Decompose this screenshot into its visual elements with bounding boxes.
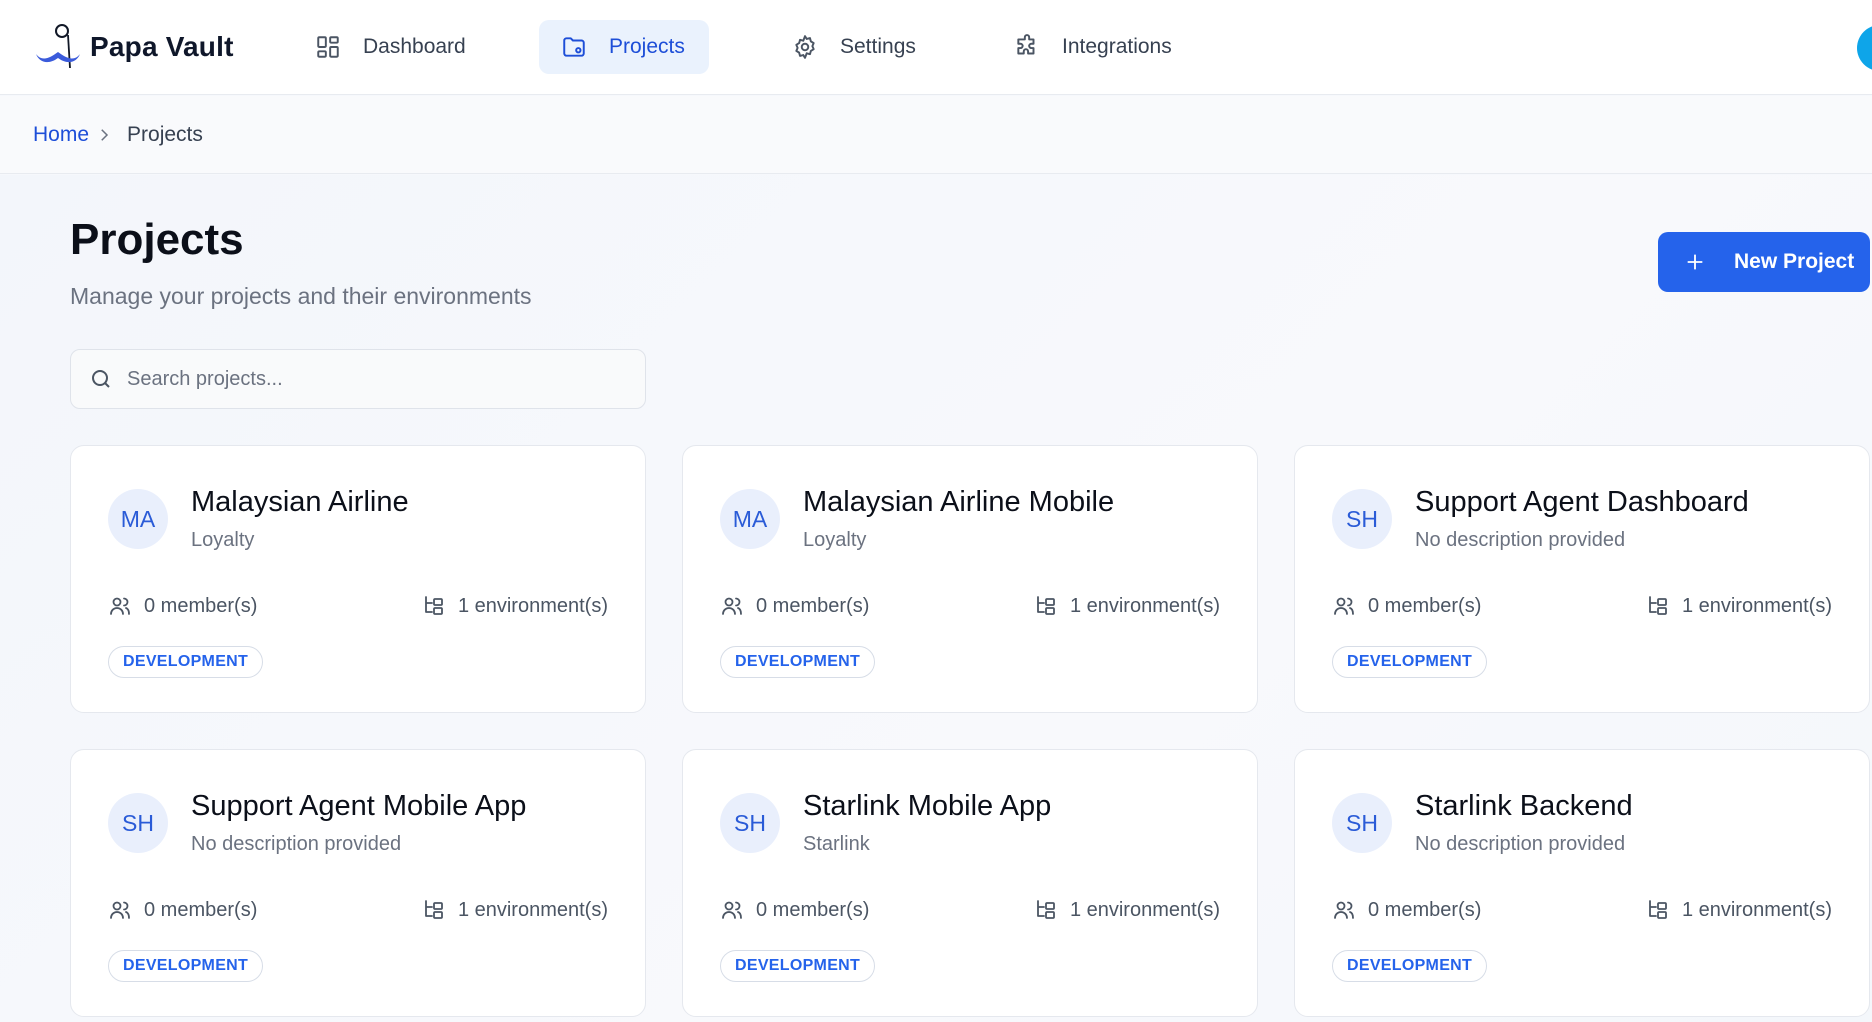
project-members: 0 member(s) bbox=[720, 594, 869, 618]
nav-settings-label: Settings bbox=[840, 35, 916, 58]
new-project-button[interactable]: New Project bbox=[1658, 232, 1870, 292]
users-icon bbox=[110, 901, 130, 919]
nav-settings[interactable]: Settings bbox=[770, 20, 938, 74]
users-icon bbox=[722, 901, 742, 919]
project-card[interactable]: SH Starlink Mobile App Starlink 0 member… bbox=[682, 749, 1258, 1017]
main-content: Projects Manage your projects and their … bbox=[0, 175, 1872, 1022]
project-name: Support Agent Mobile App bbox=[191, 790, 527, 822]
users-icon bbox=[1334, 597, 1354, 615]
project-name: Malaysian Airline Mobile bbox=[803, 486, 1115, 518]
app-name: Papa Vault bbox=[90, 31, 234, 62]
app-logo[interactable]: Papa Vault bbox=[32, 22, 234, 72]
folder-tree-icon bbox=[425, 596, 443, 615]
project-environments: 1 environment(s) bbox=[1034, 898, 1220, 922]
search-input[interactable] bbox=[127, 367, 607, 391]
folder-tree-icon bbox=[425, 900, 443, 919]
project-environments-count: 1 environment(s) bbox=[1681, 898, 1832, 921]
environment-tag: DEVELOPMENT bbox=[108, 950, 264, 982]
project-initials-avatar: SH bbox=[108, 793, 168, 853]
chevron-right-icon bbox=[101, 128, 109, 141]
nav-dashboard-label: Dashboard bbox=[363, 35, 466, 58]
project-description: No description provided bbox=[191, 833, 402, 855]
project-environments: 1 environment(s) bbox=[1646, 594, 1832, 618]
project-description: Loyalty bbox=[803, 529, 867, 551]
top-navigation-bar: Papa Vault Dashboard Projects Settings I… bbox=[0, 0, 1872, 95]
project-members-count: 0 member(s) bbox=[144, 898, 258, 921]
user-avatar[interactable] bbox=[1857, 25, 1872, 71]
project-members: 0 member(s) bbox=[1332, 594, 1481, 618]
puzzle-icon bbox=[1017, 34, 1035, 55]
plus-icon bbox=[1687, 254, 1703, 270]
project-environments-count: 1 environment(s) bbox=[457, 898, 608, 921]
folder-tree-icon bbox=[1649, 900, 1667, 919]
project-initials-avatar: SH bbox=[1332, 793, 1392, 853]
environment-tag: DEVELOPMENT bbox=[720, 950, 876, 982]
project-members: 0 member(s) bbox=[108, 594, 257, 618]
project-card[interactable]: SH Starlink Backend No description provi… bbox=[1294, 749, 1870, 1017]
nav-dashboard[interactable]: Dashboard bbox=[293, 20, 488, 74]
page-title: Projects bbox=[70, 215, 244, 264]
project-members-count: 0 member(s) bbox=[1368, 898, 1482, 921]
project-environments-count: 1 environment(s) bbox=[1069, 594, 1220, 617]
project-environments: 1 environment(s) bbox=[1646, 898, 1832, 922]
environment-tag: DEVELOPMENT bbox=[1332, 950, 1488, 982]
breadcrumb: Home Projects bbox=[0, 96, 1872, 174]
nav-integrations[interactable]: Integrations bbox=[992, 20, 1194, 74]
users-icon bbox=[722, 597, 742, 615]
breadcrumb-home[interactable]: Home bbox=[33, 123, 89, 147]
project-initials-avatar: SH bbox=[1332, 489, 1392, 549]
project-members-count: 0 member(s) bbox=[756, 594, 870, 617]
project-description: No description provided bbox=[1415, 529, 1626, 551]
project-members: 0 member(s) bbox=[720, 898, 869, 922]
environment-tag: DEVELOPMENT bbox=[720, 646, 876, 678]
users-icon bbox=[1334, 901, 1354, 919]
folder-tree-icon bbox=[1037, 900, 1055, 919]
dashboard-grid-icon bbox=[317, 36, 339, 58]
project-card[interactable]: SH Support Agent Dashboard No descriptio… bbox=[1294, 445, 1870, 713]
project-name: Starlink Mobile App bbox=[803, 790, 1052, 822]
folder-tree-icon bbox=[1649, 596, 1667, 615]
users-icon bbox=[110, 597, 130, 615]
search-box[interactable] bbox=[70, 349, 646, 409]
gear-icon bbox=[795, 35, 815, 59]
project-environments-count: 1 environment(s) bbox=[1681, 594, 1832, 617]
project-card[interactable]: SH Support Agent Mobile App No descripti… bbox=[70, 749, 646, 1017]
project-name: Starlink Backend bbox=[1415, 790, 1633, 822]
project-environments: 1 environment(s) bbox=[422, 898, 608, 922]
project-environments-count: 1 environment(s) bbox=[457, 594, 608, 617]
project-card[interactable]: MA Malaysian Airline Loyalty 0 member(s)… bbox=[70, 445, 646, 713]
new-project-label: New Project bbox=[1734, 250, 1855, 273]
folder-tree-icon bbox=[1037, 596, 1055, 615]
environment-tag: DEVELOPMENT bbox=[1332, 646, 1488, 678]
project-initials-avatar: SH bbox=[720, 793, 780, 853]
nav-projects-label: Projects bbox=[609, 35, 685, 58]
environment-tag: DEVELOPMENT bbox=[108, 646, 264, 678]
nav-projects[interactable]: Projects bbox=[539, 20, 709, 74]
project-environments-count: 1 environment(s) bbox=[1069, 898, 1220, 921]
project-description: Starlink bbox=[803, 833, 870, 855]
project-description: Loyalty bbox=[191, 529, 255, 551]
nav-integrations-label: Integrations bbox=[1062, 35, 1172, 58]
folder-icon bbox=[563, 37, 585, 57]
project-members: 0 member(s) bbox=[1332, 898, 1481, 922]
breadcrumb-current: Projects bbox=[127, 122, 203, 146]
project-initials-avatar: MA bbox=[108, 489, 168, 549]
project-name: Malaysian Airline bbox=[191, 486, 409, 518]
project-members-count: 0 member(s) bbox=[756, 898, 870, 921]
page-subtitle: Manage your projects and their environme… bbox=[70, 283, 532, 309]
project-environments: 1 environment(s) bbox=[422, 594, 608, 618]
project-members-count: 0 member(s) bbox=[1368, 594, 1482, 617]
project-environments: 1 environment(s) bbox=[1034, 594, 1220, 618]
project-members: 0 member(s) bbox=[108, 898, 257, 922]
project-initials-avatar: MA bbox=[720, 489, 780, 549]
project-description: No description provided bbox=[1415, 833, 1626, 855]
project-members-count: 0 member(s) bbox=[144, 594, 258, 617]
search-icon bbox=[92, 370, 110, 388]
project-card[interactable]: MA Malaysian Airline Mobile Loyalty 0 me… bbox=[682, 445, 1258, 713]
project-name: Support Agent Dashboard bbox=[1415, 486, 1749, 518]
mustache-logo-icon bbox=[36, 24, 80, 69]
